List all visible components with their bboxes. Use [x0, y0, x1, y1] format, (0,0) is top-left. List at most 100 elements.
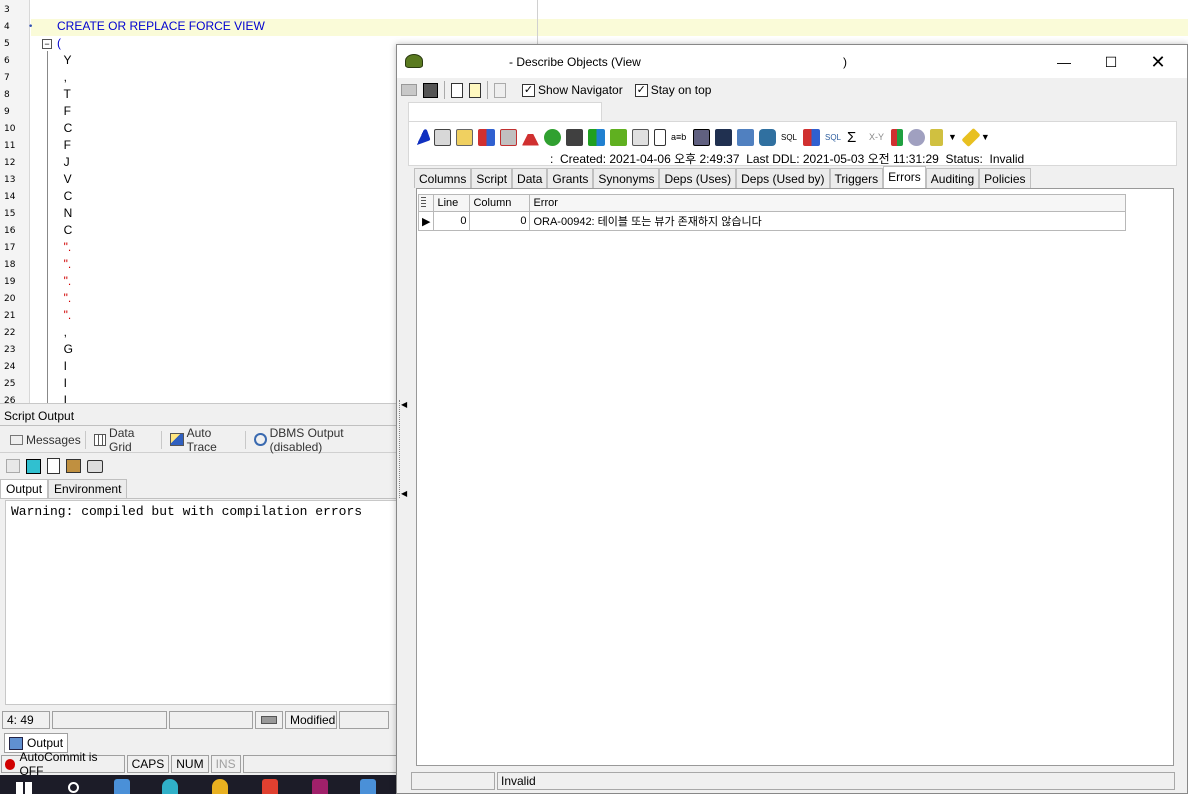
tab-errors[interactable]: Errors: [883, 166, 926, 188]
cell-line[interactable]: 0: [433, 211, 471, 231]
close-button[interactable]: ✕: [1149, 53, 1167, 71]
code-line[interactable]: C: [57, 223, 73, 237]
script-output-text[interactable]: Warning: compiled but with compilation e…: [5, 500, 397, 705]
code-line[interactable]: J: [57, 155, 70, 169]
tab-grants[interactable]: Grants: [547, 168, 594, 188]
subtab-output[interactable]: Output: [0, 479, 49, 498]
maximize-button[interactable]: ☐: [1102, 53, 1120, 71]
code-line[interactable]: C: [57, 121, 73, 135]
code-line[interactable]: ".: [57, 274, 72, 288]
minimize-button[interactable]: —: [1055, 53, 1073, 71]
app-icon-4[interactable]: [360, 779, 376, 794]
code-line[interactable]: ,: [57, 325, 67, 339]
autocommit-status[interactable]: AutoCommit is OFF: [1, 750, 125, 778]
code-line[interactable]: V: [57, 172, 72, 186]
copy-document-icon[interactable]: [469, 82, 481, 98]
chevron-down-icon[interactable]: ▼: [981, 132, 990, 142]
paste-icon[interactable]: [494, 82, 506, 98]
flag-icon[interactable]: [891, 128, 903, 146]
package-icon[interactable]: [478, 128, 495, 146]
tab-policies[interactable]: Policies: [979, 168, 1031, 188]
database-icon[interactable]: [759, 128, 776, 146]
copy-icon[interactable]: [6, 459, 20, 473]
tab-messages[interactable]: Messages: [6, 430, 86, 449]
navigator-tab[interactable]: [408, 102, 602, 122]
column-header-line[interactable]: Line: [433, 194, 471, 212]
tab-triggers[interactable]: Triggers: [829, 168, 884, 188]
grid-menu-icon[interactable]: [421, 196, 426, 207]
tab-script[interactable]: Script: [471, 168, 513, 188]
sql-run-icon[interactable]: SQL: [825, 129, 842, 146]
tab-synonyms[interactable]: Synonyms: [593, 168, 660, 188]
execute-icon[interactable]: [544, 128, 561, 146]
column-header-error[interactable]: Error: [529, 194, 1127, 212]
chrome-icon[interactable]: [212, 779, 228, 794]
code-line[interactable]: C: [57, 189, 73, 203]
table-row[interactable]: ▶ 0 0 ORA-00942: 테이블 또는 뷰가 존재하지 않습니다: [417, 211, 1127, 231]
key-icon[interactable]: [961, 127, 981, 147]
alert-icon[interactable]: [522, 128, 539, 146]
code-line[interactable]: ,: [57, 70, 67, 84]
edge-icon[interactable]: [162, 779, 178, 794]
tab-data-grid[interactable]: Data Grid: [90, 426, 163, 454]
code-line[interactable]: I: [57, 393, 67, 403]
table-icon[interactable]: [434, 128, 451, 146]
code-line[interactable]: I: [57, 376, 67, 390]
print-icon[interactable]: [87, 459, 103, 473]
tab-auto-trace[interactable]: Auto Trace: [166, 426, 247, 454]
new-document-icon[interactable]: [47, 458, 60, 474]
play-icon[interactable]: [588, 128, 605, 146]
tab-deps-uses[interactable]: Deps (Uses): [659, 168, 737, 188]
report-icon[interactable]: [632, 128, 649, 146]
breakpoint-marker[interactable]: •: [28, 22, 33, 32]
dropdown-tool-icon[interactable]: [930, 128, 943, 146]
code-line[interactable]: ".: [57, 240, 72, 254]
search-icon[interactable]: [68, 782, 79, 793]
binoculars-icon[interactable]: [715, 128, 732, 146]
column-header-column[interactable]: Column: [469, 194, 531, 212]
open-folder-icon[interactable]: [401, 84, 417, 96]
cell-column[interactable]: 0: [469, 211, 531, 231]
new-document-icon[interactable]: [451, 82, 463, 98]
window-titlebar[interactable]: - Describe Objects (View ) — ☐ ✕: [397, 45, 1187, 78]
save-icon[interactable]: [423, 82, 438, 98]
app-icon-2[interactable]: [262, 779, 278, 794]
cell-error[interactable]: ORA-00942: 테이블 또는 뷰가 존재하지 않습니다: [529, 211, 1127, 231]
blank-document-icon[interactable]: [654, 128, 666, 146]
app-icon-1[interactable]: [114, 779, 130, 794]
chevron-left-icon[interactable]: ◀: [401, 400, 407, 409]
tab-data[interactable]: Data: [512, 168, 548, 188]
tab-columns[interactable]: Columns: [414, 168, 472, 188]
xy-icon[interactable]: X-Y: [869, 129, 886, 146]
app-icon-3[interactable]: [312, 779, 328, 794]
tab-auditing[interactable]: Auditing: [925, 168, 980, 188]
code-line[interactable]: CREATE OR REPLACE FORCE VIEW: [57, 19, 265, 33]
code-line[interactable]: F: [57, 138, 71, 152]
sql-icon[interactable]: SQL: [781, 129, 798, 146]
chevron-left-icon[interactable]: ◀: [401, 489, 407, 498]
code-line[interactable]: ".: [57, 308, 72, 322]
link-icon[interactable]: [908, 128, 925, 146]
stay-on-top-checkbox[interactable]: ✓ Stay on top: [634, 83, 711, 97]
splitter-handle[interactable]: ◀ ◀: [399, 400, 407, 498]
tab-dbms-output[interactable]: DBMS Output (disabled): [250, 426, 397, 454]
sum-icon[interactable]: Σ: [847, 129, 864, 146]
transfer-icon[interactable]: [500, 128, 517, 146]
code-line[interactable]: N: [57, 206, 73, 220]
start-icon[interactable]: [16, 782, 32, 794]
save-icon[interactable]: [66, 459, 81, 473]
code-line[interactable]: I: [57, 359, 67, 373]
edit-icon[interactable]: [456, 128, 473, 146]
describe-pin-icon[interactable]: [412, 128, 431, 146]
show-navigator-checkbox[interactable]: ✓ Show Navigator: [522, 83, 623, 97]
code-line[interactable]: G: [57, 342, 73, 356]
code-line[interactable]: (: [57, 36, 61, 50]
network-icon[interactable]: [566, 128, 583, 146]
keyboard-icon[interactable]: [693, 128, 710, 146]
code-line[interactable]: Y: [57, 53, 71, 67]
chevron-down-icon[interactable]: ▼: [948, 132, 957, 142]
code-line[interactable]: T: [57, 87, 70, 101]
fold-collapse-icon[interactable]: −: [42, 39, 52, 49]
code-line[interactable]: ".: [57, 291, 72, 305]
code-line[interactable]: F: [57, 104, 71, 118]
